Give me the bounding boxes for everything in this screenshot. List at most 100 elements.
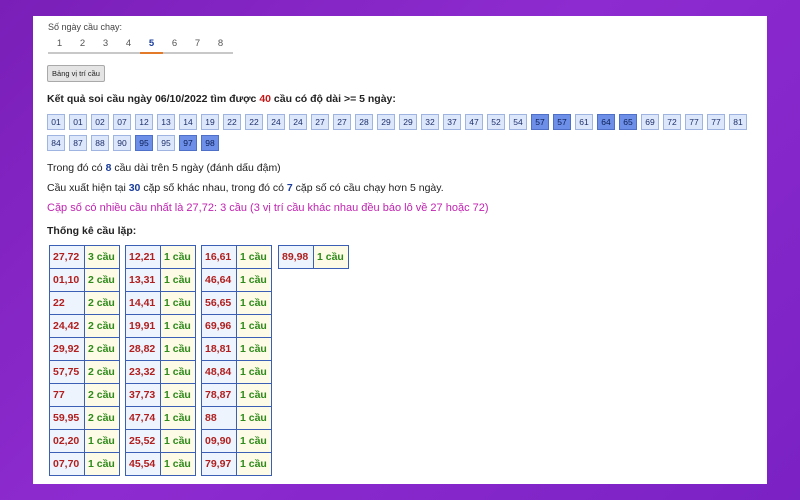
number-chip[interactable]: 19 bbox=[201, 114, 219, 130]
day-option[interactable]: 4 bbox=[117, 37, 140, 51]
days-label: Số ngày cầu chạy: bbox=[48, 22, 123, 32]
number-chip[interactable]: 27 bbox=[333, 114, 351, 130]
number-chip[interactable]: 47 bbox=[465, 114, 483, 130]
stats-row: 23,32 1 cầu bbox=[125, 360, 196, 384]
summary-text: cặp số có cầu chạy hơn 5 ngày. bbox=[292, 182, 444, 194]
number-chip[interactable]: 32 bbox=[421, 114, 439, 130]
number-chip[interactable]: 69 bbox=[641, 114, 659, 130]
pair-cell: 16,61 bbox=[201, 245, 237, 269]
number-chip[interactable]: 77 bbox=[685, 114, 703, 130]
pair-cell: 47,74 bbox=[125, 406, 161, 430]
stats-row: 02,20 1 cầu bbox=[49, 429, 120, 453]
count-cell: 2 cầu bbox=[84, 406, 120, 430]
number-chip[interactable]: 64 bbox=[597, 114, 615, 130]
number-chip[interactable]: 01 bbox=[69, 114, 87, 130]
count-cell: 1 cầu bbox=[160, 452, 196, 476]
count-cell: 1 cầu bbox=[160, 360, 196, 384]
count-cell: 1 cầu bbox=[160, 406, 196, 430]
count-cell: 1 cầu bbox=[236, 383, 272, 407]
day-option[interactable]: 1 bbox=[48, 37, 71, 51]
count-cell: 2 cầu bbox=[84, 314, 120, 338]
number-chip[interactable]: 27 bbox=[311, 114, 329, 130]
stats-row: 57,75 2 cầu bbox=[49, 360, 120, 384]
number-chip[interactable]: 13 bbox=[157, 114, 175, 130]
content-panel: Số ngày cầu chạy: 12345678 Bảng vị trí c… bbox=[33, 16, 767, 484]
day-option[interactable]: 5 bbox=[140, 37, 163, 51]
number-chip[interactable]: 37 bbox=[443, 114, 461, 130]
stats-row: 69,96 1 cầu bbox=[201, 314, 272, 338]
pair-cell: 45,54 bbox=[125, 452, 161, 476]
count-cell: 1 cầu bbox=[160, 383, 196, 407]
number-chip[interactable]: 24 bbox=[289, 114, 307, 130]
count-cell: 1 cầu bbox=[236, 268, 272, 292]
result-count: 40 bbox=[259, 93, 272, 105]
number-chip[interactable]: 77 bbox=[707, 114, 725, 130]
number-chip[interactable]: 57 bbox=[531, 114, 549, 130]
stats-row: 78,87 1 cầu bbox=[201, 383, 272, 407]
stats-row: 16,61 1 cầu bbox=[201, 245, 272, 269]
pair-cell: 46,64 bbox=[201, 268, 237, 292]
pair-cell: 19,91 bbox=[125, 314, 161, 338]
day-option[interactable]: 6 bbox=[163, 37, 186, 51]
pair-cell: 23,32 bbox=[125, 360, 161, 384]
stats-table-1: 27,72 3 cầu 01,10 2 cầu 22 2 cầu 24,42 2 cầu 29,… bbox=[49, 245, 120, 476]
number-chip[interactable]: 02 bbox=[91, 114, 109, 130]
number-chip[interactable]: 57 bbox=[553, 114, 571, 130]
day-option[interactable]: 3 bbox=[94, 37, 117, 51]
number-chip[interactable]: 22 bbox=[245, 114, 263, 130]
count-cell: 1 cầu bbox=[84, 429, 120, 453]
count-cell: 1 cầu bbox=[160, 314, 196, 338]
stats-row: 13,31 1 cầu bbox=[125, 268, 196, 292]
number-chip[interactable]: 29 bbox=[377, 114, 395, 130]
number-chip[interactable]: 98 bbox=[201, 135, 219, 151]
number-chip[interactable]: 14 bbox=[179, 114, 197, 130]
result-suffix: cầu có độ dài >= 5 ngày: bbox=[271, 93, 396, 105]
number-chip[interactable]: 12 bbox=[135, 114, 153, 130]
count-cell: 2 cầu bbox=[84, 268, 120, 292]
number-chip[interactable]: 24 bbox=[267, 114, 285, 130]
pair-cell: 37,73 bbox=[125, 383, 161, 407]
number-chip[interactable]: 01 bbox=[47, 114, 65, 130]
summary-text: cầu dài trên 5 ngày (đánh dấu đậm) bbox=[111, 162, 281, 174]
pair-cell: 09,90 bbox=[201, 429, 237, 453]
pair-cell: 01,10 bbox=[49, 268, 85, 292]
count-cell: 1 cầu bbox=[236, 406, 272, 430]
number-chip[interactable]: 81 bbox=[729, 114, 747, 130]
pair-cell: 56,65 bbox=[201, 291, 237, 315]
summary-line-3: Cặp số có nhiều cầu nhất là 27,72: 3 cầu… bbox=[47, 202, 489, 214]
number-chip[interactable]: 84 bbox=[47, 135, 65, 151]
number-chip[interactable]: 07 bbox=[113, 114, 131, 130]
number-chip[interactable]: 95 bbox=[157, 135, 175, 151]
count-cell: 3 cầu bbox=[84, 245, 120, 269]
stats-row: 19,91 1 cầu bbox=[125, 314, 196, 338]
number-chip[interactable]: 87 bbox=[69, 135, 87, 151]
day-option[interactable]: 8 bbox=[209, 37, 232, 51]
number-chip[interactable]: 54 bbox=[509, 114, 527, 130]
summary-text: Cầu xuất hiện tại bbox=[47, 182, 129, 194]
number-chip[interactable]: 52 bbox=[487, 114, 505, 130]
count-cell: 1 cầu bbox=[160, 429, 196, 453]
pair-cell: 18,81 bbox=[201, 337, 237, 361]
number-chip[interactable]: 97 bbox=[179, 135, 197, 151]
stats-row: 12,21 1 cầu bbox=[125, 245, 196, 269]
day-option[interactable]: 7 bbox=[186, 37, 209, 51]
stats-row: 09,90 1 cầu bbox=[201, 429, 272, 453]
number-chip[interactable]: 28 bbox=[355, 114, 373, 130]
position-table-button[interactable]: Bảng vị trí cầu bbox=[47, 65, 105, 82]
pair-cell: 14,41 bbox=[125, 291, 161, 315]
number-chip[interactable]: 72 bbox=[663, 114, 681, 130]
number-chip[interactable]: 22 bbox=[223, 114, 241, 130]
stats-row: 18,81 1 cầu bbox=[201, 337, 272, 361]
number-chip[interactable]: 29 bbox=[399, 114, 417, 130]
number-chip[interactable]: 95 bbox=[135, 135, 153, 151]
summary-line-2: Cầu xuất hiện tại 30 cặp số khác nhau, t… bbox=[47, 182, 444, 194]
summary-count: 30 bbox=[128, 182, 141, 194]
number-grid: 01 01 02 07 12 13 14 19 22 22 24 24 27 27 28 29 29 32 37 47… bbox=[47, 114, 747, 151]
count-cell: 1 cầu bbox=[236, 429, 272, 453]
number-chip[interactable]: 61 bbox=[575, 114, 593, 130]
number-chip[interactable]: 88 bbox=[91, 135, 109, 151]
day-option[interactable]: 2 bbox=[71, 37, 94, 51]
number-chip[interactable]: 90 bbox=[113, 135, 131, 151]
count-cell: 1 cầu bbox=[236, 452, 272, 476]
number-chip[interactable]: 65 bbox=[619, 114, 637, 130]
